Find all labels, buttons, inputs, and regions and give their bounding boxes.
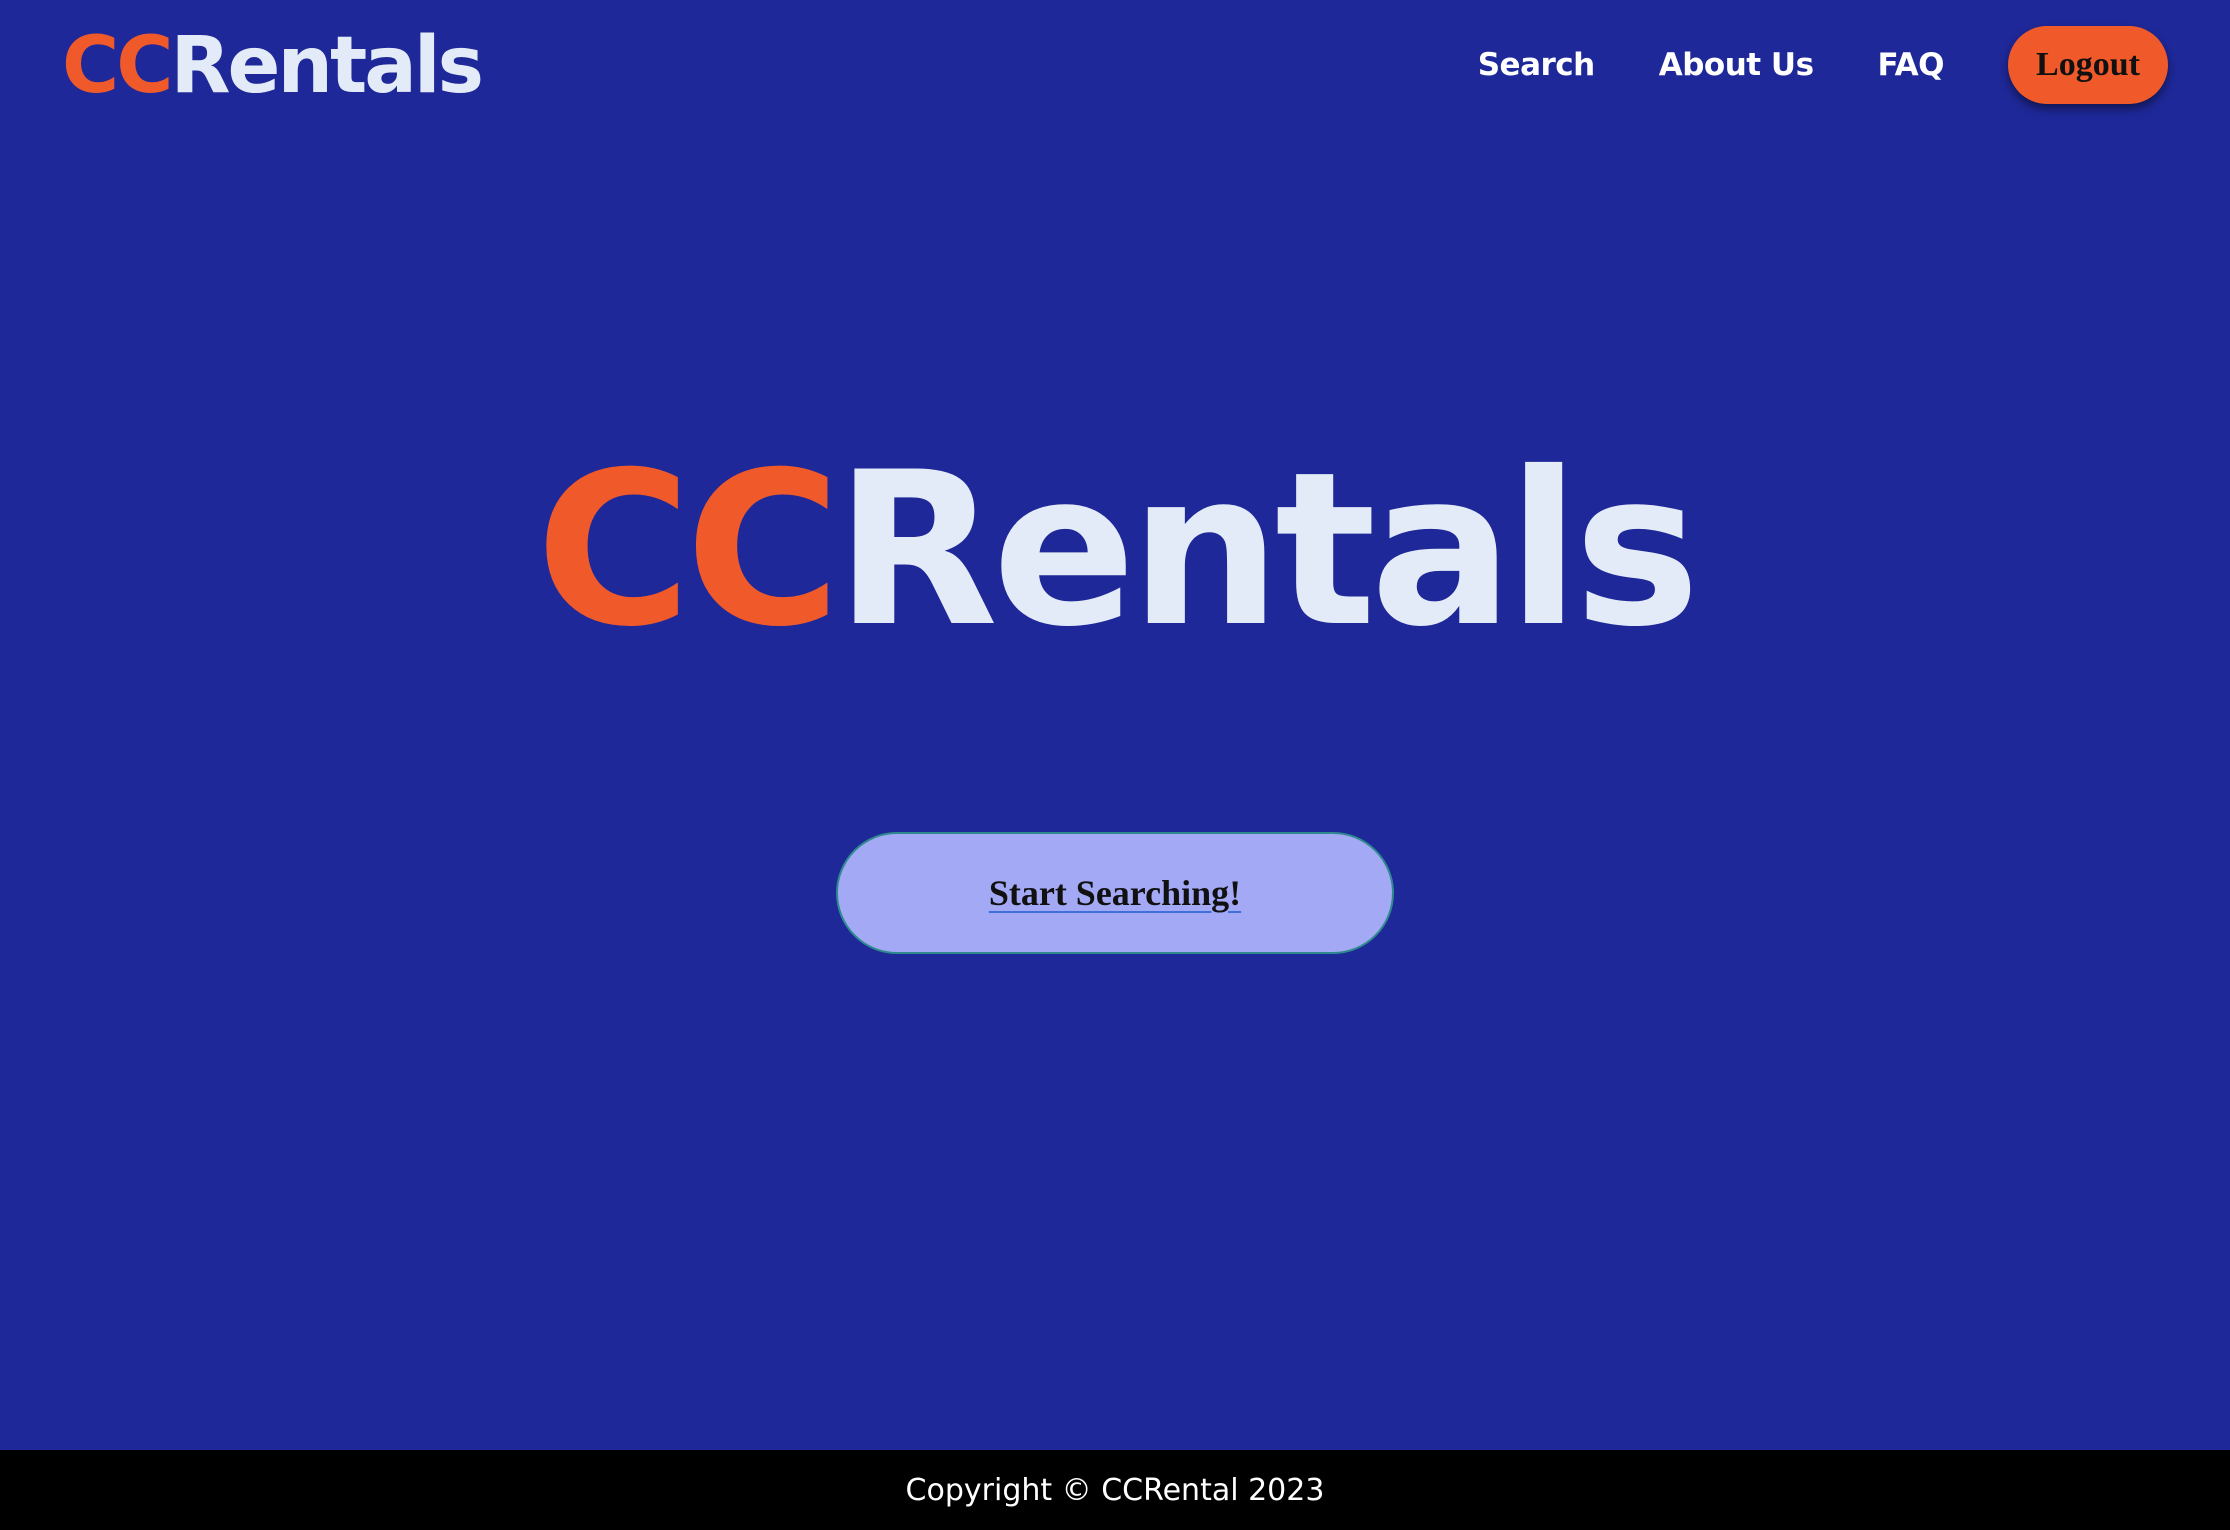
nav-link-about-us[interactable]: About Us bbox=[1659, 47, 1814, 83]
page-footer: Copyright © CCRental 2023 bbox=[0, 1450, 2230, 1530]
hero-logo: CCRentals bbox=[0, 430, 2230, 670]
nav-link-search[interactable]: Search bbox=[1478, 47, 1596, 83]
start-searching-button[interactable]: Start Searching! bbox=[836, 832, 1394, 954]
header-logo-rentals: Rentals bbox=[170, 21, 485, 111]
cta-container: Start Searching! bbox=[836, 832, 1394, 954]
header-logo-cc: CC bbox=[62, 21, 173, 111]
start-searching-link[interactable]: Start Searching! bbox=[989, 872, 1241, 914]
header-logo[interactable]: CCRentals bbox=[62, 14, 485, 118]
hero-logo-cc: CC bbox=[535, 426, 841, 673]
nav-link-faq[interactable]: FAQ bbox=[1878, 47, 1945, 83]
logout-button[interactable]: Logout bbox=[2008, 26, 2168, 104]
main-nav: Search About Us FAQ Logout bbox=[1478, 26, 2168, 104]
copyright-text: Copyright © CCRental 2023 bbox=[905, 1472, 1325, 1508]
hero-logo-rentals: Rentals bbox=[834, 426, 1700, 673]
top-header: CCRentals Search About Us FAQ Logout bbox=[0, 0, 2230, 132]
